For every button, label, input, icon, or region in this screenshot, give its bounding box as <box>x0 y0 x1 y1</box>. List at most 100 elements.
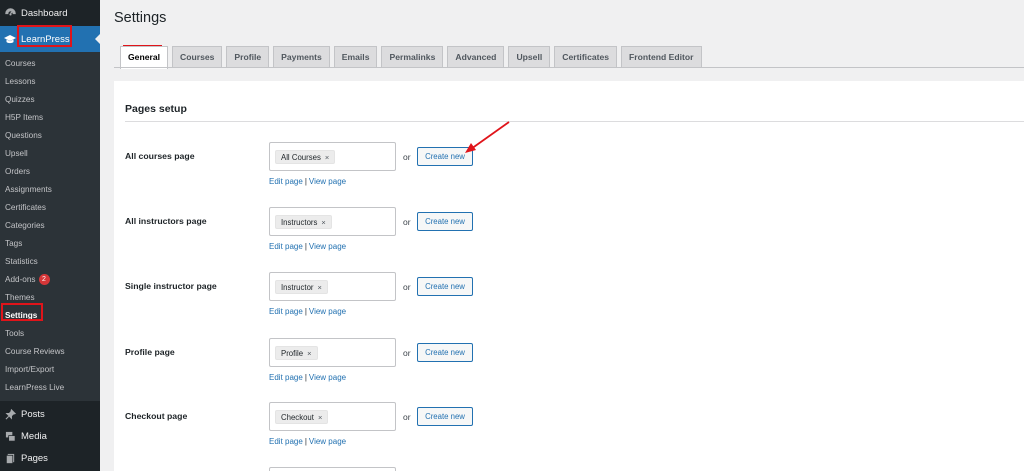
menu-dashboard[interactable]: Dashboard <box>0 0 100 26</box>
setting-row-all-courses: All courses page All Courses × or Create … <box>114 142 1024 202</box>
dashboard-icon <box>4 7 16 19</box>
sidebar-item-quizzes[interactable]: Quizzes <box>0 91 100 109</box>
section-title: Pages setup <box>125 103 187 115</box>
edit-page-link[interactable]: Edit page <box>269 307 303 316</box>
edit-page-link[interactable]: Edit page <box>269 373 303 382</box>
tab-courses[interactable]: Courses <box>172 46 223 68</box>
sidebar-item-h5p-items[interactable]: H5P Items <box>0 109 100 127</box>
tab-profile[interactable]: Profile <box>226 46 270 68</box>
admin-sidebar: Dashboard LearnPress Courses Lessons Qui… <box>0 0 100 471</box>
menu-pages[interactable]: Pages <box>0 447 100 469</box>
tab-frontend-editor[interactable]: Frontend Editor <box>621 46 702 68</box>
sidebar-item-add-ons[interactable]: Add-ons 2 <box>0 271 100 289</box>
page-select[interactable]: Profile × <box>269 338 396 367</box>
menu-posts[interactable]: Posts <box>0 403 100 425</box>
tab-emails[interactable]: Emails <box>333 46 378 68</box>
sidebar-item-learnpress-live[interactable]: LearnPress Live <box>0 379 100 397</box>
setting-label: Profile page <box>125 347 175 357</box>
sidebar-item-certificates[interactable]: Certificates <box>0 199 100 217</box>
page-links: Edit page | View page <box>269 373 346 382</box>
page-links: Edit page | View page <box>269 242 346 251</box>
selected-page-label: Profile <box>281 349 304 358</box>
setting-label: Checkout page <box>125 411 188 421</box>
setting-row-single-instructor: Single instructor page Instructor × or Cr… <box>114 272 1024 332</box>
tab-permalinks[interactable]: Permalinks <box>381 46 444 68</box>
page-select[interactable]: Checkout × <box>269 402 396 431</box>
page-select-partial[interactable] <box>269 467 396 471</box>
page-links: Edit page | View page <box>269 437 346 446</box>
sidebar-item-course-reviews[interactable]: Course Reviews <box>0 343 100 361</box>
page-select[interactable]: Instructors × <box>269 207 396 236</box>
page-select[interactable]: Instructor × <box>269 272 396 301</box>
graduation-cap-icon <box>4 33 16 45</box>
or-text: or <box>403 412 411 422</box>
menu-media[interactable]: Media <box>0 425 100 447</box>
setting-row-profile: Profile page Profile × or Create new Edit… <box>114 338 1024 398</box>
section-divider <box>125 121 1024 122</box>
setting-label: All courses page <box>125 151 195 161</box>
view-page-link[interactable]: View page <box>309 177 346 186</box>
sidebar-item-import-export[interactable]: Import/Export <box>0 361 100 379</box>
sidebar-item-upsell[interactable]: Upsell <box>0 145 100 163</box>
tab-general[interactable]: General <box>120 46 169 69</box>
selected-page-chip: Instructor × <box>275 280 328 294</box>
create-new-button[interactable]: Create new <box>417 277 473 296</box>
remove-icon[interactable]: × <box>318 283 322 292</box>
page-title: Settings <box>114 10 167 26</box>
selected-page-chip: All Courses × <box>275 150 336 164</box>
sidebar-item-courses[interactable]: Courses <box>0 55 100 73</box>
selected-page-chip: Profile × <box>275 346 318 360</box>
create-new-button[interactable]: Create new <box>417 212 473 231</box>
remove-icon[interactable]: × <box>321 218 325 227</box>
remove-icon[interactable]: × <box>325 153 329 162</box>
link-separator: | <box>304 177 307 186</box>
sidebar-item-orders[interactable]: Orders <box>0 163 100 181</box>
edit-page-link[interactable]: Edit page <box>269 242 303 251</box>
pages-icon <box>4 452 16 464</box>
setting-row-all-instructors: All instructors page Instructors × or Cre… <box>114 207 1024 267</box>
tab-advanced[interactable]: Advanced <box>447 46 505 68</box>
page-select[interactable]: All Courses × <box>269 142 396 171</box>
remove-icon[interactable]: × <box>307 349 311 358</box>
or-text: or <box>403 348 411 358</box>
menu-dashboard-label: Dashboard <box>21 7 68 19</box>
link-separator: | <box>304 242 307 251</box>
remove-icon[interactable]: × <box>318 413 322 422</box>
tabs-divider <box>114 67 1024 68</box>
setting-row-checkout: Checkout page Checkout × or Create new Ed… <box>114 402 1024 462</box>
tab-certificates[interactable]: Certificates <box>554 46 618 68</box>
sidebar-item-tools[interactable]: Tools <box>0 325 100 343</box>
create-new-button[interactable]: Create new <box>417 407 473 426</box>
sidebar-item-assignments[interactable]: Assignments <box>0 181 100 199</box>
update-count-badge: 2 <box>38 274 50 286</box>
link-separator: | <box>304 307 307 316</box>
sidebar-item-statistics[interactable]: Statistics <box>0 253 100 271</box>
view-page-link[interactable]: View page <box>309 373 346 382</box>
selected-page-label: Instructors <box>281 218 318 227</box>
sidebar-item-tags[interactable]: Tags <box>0 235 100 253</box>
pin-icon <box>4 408 16 420</box>
menu-pages-label: Pages <box>21 452 48 464</box>
edit-page-link[interactable]: Edit page <box>269 177 303 186</box>
sidebar-item-categories[interactable]: Categories <box>0 217 100 235</box>
view-page-link[interactable]: View page <box>309 242 346 251</box>
create-new-button[interactable]: Create new <box>417 343 473 362</box>
selected-page-label: Instructor <box>281 283 314 292</box>
settings-highlight-box <box>1 303 43 321</box>
view-page-link[interactable]: View page <box>309 307 346 316</box>
sidebar-item-questions[interactable]: Questions <box>0 127 100 145</box>
setting-label: All instructors page <box>125 216 207 226</box>
tab-upsell[interactable]: Upsell <box>508 46 551 68</box>
sidebar-item-lessons[interactable]: Lessons <box>0 73 100 91</box>
edit-page-link[interactable]: Edit page <box>269 437 303 446</box>
main-content: Settings General Courses Profile Payment… <box>100 0 1024 471</box>
tab-payments[interactable]: Payments <box>273 46 330 68</box>
selected-page-label: All Courses <box>281 153 321 162</box>
sidebar-item-add-ons-label: Add-ons <box>5 275 36 284</box>
create-new-button[interactable]: Create new <box>417 147 473 166</box>
or-text: or <box>403 152 411 162</box>
link-separator: | <box>304 373 307 382</box>
setting-label: Single instructor page <box>125 281 217 291</box>
learnpress-highlight-box <box>17 25 72 47</box>
view-page-link[interactable]: View page <box>309 437 346 446</box>
